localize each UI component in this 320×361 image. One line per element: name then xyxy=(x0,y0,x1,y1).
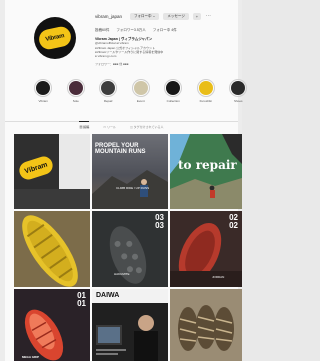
highlight-label: Shoes xyxy=(233,99,243,103)
highlight-item[interactable]: Event xyxy=(125,79,158,103)
post-yellow-sole[interactable] xyxy=(14,211,90,287)
vibram-logo: Vibram xyxy=(37,24,73,52)
profile-tabs: ▦ 投稿 ▭ リール ◫ タグ付けされている人 xyxy=(5,121,238,131)
profile-page: Vibram vibram_japan フォロー中 ⌄ メッセージ + ··· … xyxy=(0,0,248,361)
post-image: Vibram xyxy=(14,134,90,209)
highlight-item[interactable]: Repair xyxy=(92,79,125,103)
more-icon[interactable]: ··· xyxy=(206,13,211,20)
post-number-top: 03 03 xyxy=(155,213,164,230)
followed-by-text[interactable]: フォロワー：■■■ 他 ■■■ xyxy=(95,62,129,66)
message-button[interactable]: メッセージ xyxy=(163,13,189,20)
post-number-top: 01 01 xyxy=(77,291,86,308)
highlight-cover xyxy=(133,81,148,95)
highlight-cover xyxy=(231,81,246,95)
highlight-ring xyxy=(66,79,85,97)
profile-bio: Vibram Japan | ヴィブラムジャパン @vibramofficial… xyxy=(95,37,230,58)
highlight-item[interactable]: Vibram xyxy=(27,79,60,103)
post-caption: JORDAN xyxy=(212,275,225,279)
highlight-ring xyxy=(131,79,150,97)
highlight-label: Event xyxy=(136,99,145,103)
highlight-item[interactable]: Furoshiki xyxy=(190,79,223,103)
profile-avatar[interactable]: Vibram xyxy=(34,17,76,59)
profile-stats: 投稿60件 フォロワー3.5万人 フォロー中 4件 xyxy=(95,28,177,33)
profile-action-row: vibram_japan フォロー中 ⌄ メッセージ + ··· xyxy=(95,13,211,20)
story-highlights: Vibram Sole Repair Event Collection Furoshiki… xyxy=(27,79,255,103)
highlight-label: Sole xyxy=(72,99,79,103)
post-sole-03[interactable]: 03 03 HAKUMITE xyxy=(92,211,168,287)
post-caption: HAKUMITE xyxy=(114,272,130,276)
bio-link[interactable]: ● vibram.jp.com xyxy=(95,54,230,58)
profile-tab[interactable]: ▦ 投稿 xyxy=(79,121,90,131)
post-caption: MEGA GRIP xyxy=(22,355,40,359)
following-count[interactable]: フォロー中 4件 xyxy=(153,28,177,33)
highlight-label: Repair xyxy=(103,99,113,103)
highlight-item[interactable]: Shoes xyxy=(222,79,255,103)
logo-text: Vibram xyxy=(45,33,65,43)
highlight-label: Collection xyxy=(166,99,180,103)
following-button[interactable]: フォロー中 ⌄ xyxy=(130,13,160,20)
post-headline: DAIWA xyxy=(96,292,120,299)
followers-count[interactable]: フォロワー3.5万人 xyxy=(116,28,145,33)
highlight-label: Vibram xyxy=(38,99,48,103)
person-add-icon[interactable]: + xyxy=(192,13,201,20)
post-subtitle: CLIMB RIDE / UP RUNS xyxy=(116,186,150,190)
highlight-item[interactable]: Collection xyxy=(157,79,190,103)
post-headline: to repair xyxy=(178,158,237,172)
sandals-image xyxy=(170,289,242,361)
profile-tab[interactable]: ▭ リール xyxy=(103,122,116,131)
post-sole-02[interactable]: 02 02 JORDAN xyxy=(170,211,242,287)
runner-image xyxy=(92,170,168,209)
highlight-ring xyxy=(34,79,53,97)
highlight-ring xyxy=(164,79,183,97)
highlight-cover xyxy=(166,81,181,95)
post-mountain-runs[interactable]: PROPEL YOUR MOUNTAIN RUNS CLIMB RIDE / U… xyxy=(92,134,168,209)
post-sandals[interactable] xyxy=(170,289,242,361)
highlight-ring xyxy=(196,79,215,97)
highlight-ring xyxy=(99,79,118,97)
highlight-ring xyxy=(229,79,248,97)
posts-count: 投稿60件 xyxy=(95,28,110,32)
post-vibram-logo[interactable]: Vibram xyxy=(14,134,90,209)
highlight-label: Furoshiki xyxy=(199,99,212,103)
highlight-item[interactable]: Sole xyxy=(60,79,93,103)
highlight-cover xyxy=(198,81,213,95)
profile-header: Vibram vibram_japan フォロー中 ⌄ メッセージ + ··· … xyxy=(5,0,248,129)
profile-tab[interactable]: ◫ タグ付けされている人 xyxy=(130,122,164,131)
post-image xyxy=(92,289,168,361)
post-grid: Vibram PROPEL YOUR MOUNTAIN RUNS CLIMB R… xyxy=(14,134,242,361)
post-shoe-01[interactable]: 01 01 MEGA GRIP xyxy=(14,289,90,361)
highlight-cover xyxy=(68,81,83,95)
profile-username: vibram_japan xyxy=(95,14,123,19)
highlight-cover xyxy=(101,81,116,95)
highlight-cover xyxy=(36,81,51,95)
post-number-top: 02 02 xyxy=(229,213,238,230)
post-daiwa[interactable]: DAIWA xyxy=(92,289,168,361)
sole-image xyxy=(14,211,90,287)
post-to-repair[interactable]: to repair xyxy=(170,134,242,209)
